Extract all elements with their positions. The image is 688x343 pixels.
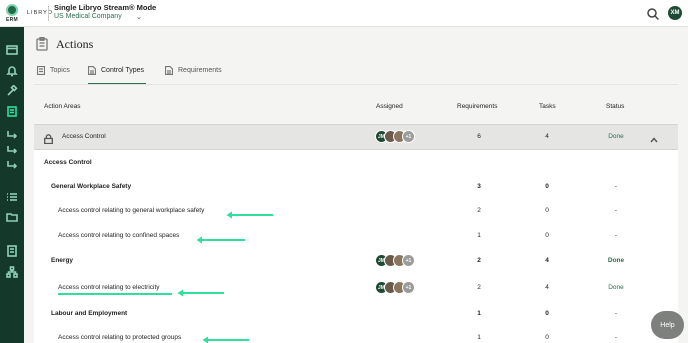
avatar-overflow: +1 — [402, 281, 415, 294]
clipboard-icon — [36, 37, 48, 51]
dashboard-icon[interactable] — [5, 43, 19, 57]
bell-icon[interactable] — [5, 64, 19, 78]
tab-control-types[interactable]: Control Types — [88, 66, 147, 84]
row-status: - — [614, 334, 618, 341]
tab-topics[interactable]: Topics — [37, 66, 70, 84]
row-requirements: 1 — [477, 310, 481, 317]
row-status: - — [614, 310, 618, 317]
group-label[interactable]: General Workplace Safety — [51, 183, 131, 190]
row-tasks: 4 — [545, 257, 549, 264]
hierarchy-icon[interactable] — [5, 265, 19, 279]
assignee-group[interactable]: JM +1 — [375, 281, 415, 294]
row-requirements: 1 — [477, 232, 481, 239]
search-icon[interactable] — [647, 7, 660, 21]
header-requirements: Requirements — [457, 103, 498, 110]
arrow-icon — [202, 331, 250, 343]
chevron-down-icon[interactable]: ⌄ — [136, 13, 142, 21]
avatar-overflow: +1 — [402, 130, 415, 143]
row-status: Done — [607, 257, 625, 264]
arrow-icon — [226, 206, 274, 219]
document-icon — [165, 66, 173, 75]
control-type-link[interactable]: Access control relating to electricity — [58, 284, 160, 291]
checklist-icon[interactable] — [5, 190, 19, 204]
avatar-overflow: +1 — [402, 254, 415, 267]
arrow-icon — [196, 231, 246, 244]
tab-requirements[interactable]: Requirements — [165, 66, 222, 84]
header-tasks: Tasks — [539, 103, 556, 110]
subdirectory-icon[interactable] — [5, 128, 19, 142]
control-type-link[interactable]: Access control relating to general workp… — [58, 207, 204, 214]
row-tasks: 0 — [545, 183, 549, 190]
row-requirements: 2 — [477, 284, 481, 291]
row-tasks: 4 — [545, 284, 549, 291]
row-tasks: 0 — [545, 232, 549, 239]
arrow-icon — [177, 284, 225, 297]
control-type-link[interactable]: Access control relating to protected gro… — [58, 334, 181, 341]
section-panel — [34, 150, 678, 343]
company-selector[interactable]: US Medical Company — [54, 13, 122, 20]
document-icon — [88, 66, 96, 75]
tab-label: Topics — [50, 67, 70, 74]
sidebar — [0, 27, 24, 343]
row-tasks: 0 — [545, 334, 549, 341]
row-requirements: 2 — [477, 207, 481, 214]
page-title: Actions — [56, 37, 94, 51]
subdirectory-icon[interactable] — [5, 143, 19, 157]
group-label[interactable]: Energy — [51, 257, 73, 264]
lock-icon — [44, 131, 53, 145]
row-status: - — [614, 207, 618, 214]
section-requirements: 6 — [477, 133, 481, 140]
row-requirements: 2 — [477, 257, 481, 264]
subheading: Access Control — [44, 159, 92, 166]
group-label[interactable]: Labour and Employment — [51, 310, 127, 317]
section-status: Done — [608, 133, 624, 140]
help-button[interactable]: Help — [651, 311, 684, 339]
user-avatar[interactable]: XM — [668, 6, 682, 20]
row-status: - — [614, 183, 618, 190]
brand-divider — [48, 6, 49, 21]
header-status: Status — [606, 103, 625, 110]
row-tasks: 0 — [545, 207, 549, 214]
assignee-group[interactable]: JM +1 — [375, 130, 415, 143]
logo-mark — [6, 4, 18, 16]
tabs-divider — [34, 84, 678, 85]
topics-icon — [37, 66, 45, 75]
assignee-group[interactable]: JM +1 — [375, 254, 415, 267]
mode-title: Single Libryo Stream® Mode — [54, 3, 157, 12]
brand-name: LIBRYO — [27, 10, 54, 16]
row-underline — [58, 293, 172, 295]
row-status: - — [614, 232, 618, 239]
subdirectory-icon[interactable] — [5, 158, 19, 172]
header-action-areas: Action Areas — [44, 103, 81, 110]
row-tasks: 0 — [545, 310, 549, 317]
erm-logo[interactable]: ERM — [0, 0, 24, 27]
control-type-link[interactable]: Access control relating to confined spac… — [58, 232, 179, 239]
actions-icon[interactable] — [5, 104, 19, 118]
chevron-up-icon[interactable] — [650, 131, 658, 143]
section-row-access-control[interactable] — [34, 124, 678, 150]
top-bar: ERM LIBRYO Single Libryo Stream® Mode US… — [0, 0, 688, 27]
calculator-icon[interactable] — [5, 244, 19, 258]
row-status: Done — [608, 284, 624, 291]
header-assigned: Assigned — [376, 103, 403, 110]
gavel-icon[interactable] — [5, 84, 19, 98]
tab-label: Control Types — [101, 67, 145, 74]
section-label: Access Control — [62, 133, 106, 140]
row-requirements: 1 — [477, 334, 481, 341]
folder-icon[interactable] — [5, 210, 19, 224]
row-requirements: 3 — [477, 183, 481, 190]
logo-text: ERM — [5, 17, 18, 23]
section-tasks: 4 — [545, 133, 549, 140]
tab-label: Requirements — [178, 67, 222, 74]
